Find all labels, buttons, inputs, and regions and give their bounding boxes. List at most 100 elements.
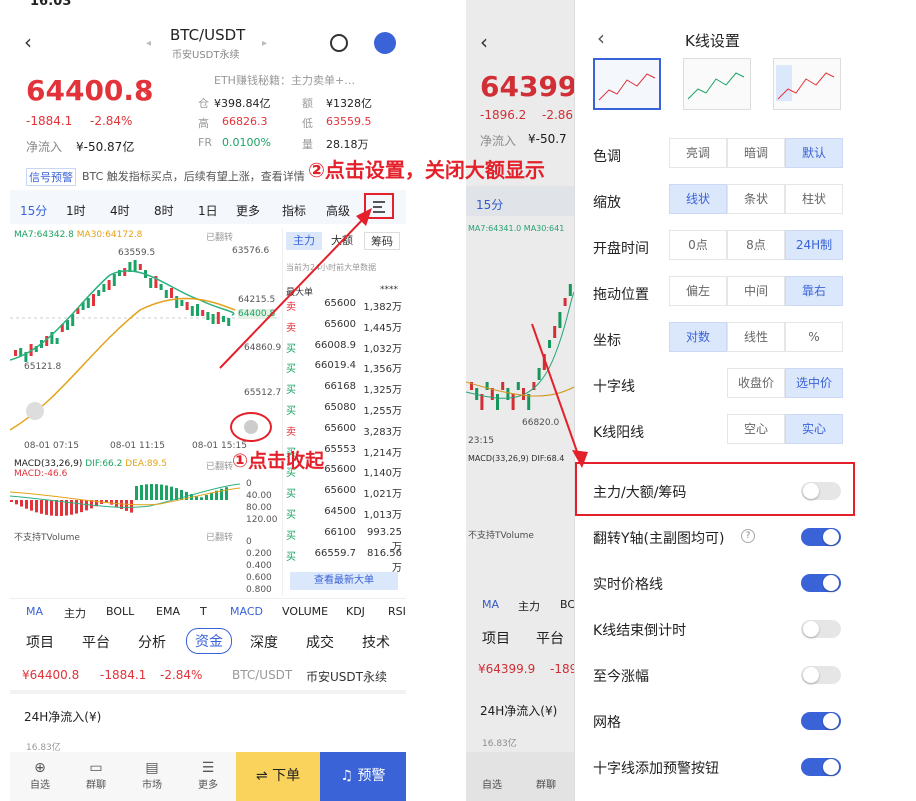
macd-bar	[45, 500, 48, 515]
setting-option[interactable]: 0点	[669, 230, 727, 260]
vol-tick-3: 0.600	[246, 573, 272, 583]
ind-rsi[interactable]: RSI	[388, 605, 406, 618]
ind-ma[interactable]: MA	[26, 605, 43, 618]
indicator-tab-bar: MA 主力 BOLL EMA T MACD VOLUME KDJ RSI	[10, 598, 406, 622]
next-pair-icon[interactable]: ▸	[262, 38, 267, 49]
setting-option[interactable]: 线状	[669, 184, 727, 214]
search-icon[interactable]	[330, 34, 348, 52]
toggle-switch[interactable]	[801, 574, 841, 592]
setting-option[interactable]: 实心	[785, 414, 843, 444]
toggle-switch[interactable]	[801, 620, 841, 638]
signal-tag[interactable]: 信号预警	[26, 168, 76, 186]
order-row[interactable]: 买 66559.7 816.56万	[286, 546, 404, 574]
mini-price: ¥64400.8	[22, 668, 80, 682]
toggle-switch[interactable]	[801, 528, 841, 546]
sec-funds[interactable]: 资金	[186, 628, 232, 654]
order-row[interactable]: 买 65080 1,255万	[286, 400, 404, 419]
setting-option[interactable]: 柱状	[785, 184, 843, 214]
toggle-switch[interactable]	[801, 482, 841, 500]
order-row[interactable]: 买 65600 1,021万	[286, 483, 404, 502]
setting-option[interactable]: 暗调	[727, 138, 785, 168]
drawer-back-icon[interactable]: ‹	[597, 26, 605, 50]
macd-bar	[165, 485, 168, 500]
order-row[interactable]: 买 66100 993.25万	[286, 525, 404, 553]
ind-macd[interactable]: MACD	[230, 605, 263, 618]
toggle-switch[interactable]	[801, 666, 841, 684]
tab-15m[interactable]: 15分	[20, 202, 47, 219]
setting-option[interactable]: 靠右	[785, 276, 843, 306]
order-button[interactable]: ⇌ 下单	[236, 752, 320, 801]
tab-1d[interactable]: 1日	[198, 202, 218, 219]
help-icon[interactable]: ?	[741, 529, 755, 543]
setting-option[interactable]: 对数	[669, 322, 727, 352]
stat-cap: ¥398.84亿	[214, 97, 271, 110]
expand-icon[interactable]	[26, 402, 44, 420]
setting-option[interactable]: %	[785, 322, 843, 352]
alert-button[interactable]: ♫ 预警	[320, 752, 406, 801]
pair-title[interactable]: BTC/USDT	[170, 26, 245, 44]
macd-bar	[20, 500, 23, 507]
toggle-switch[interactable]	[801, 758, 841, 776]
market-nav[interactable]: ▤ 市场	[138, 760, 166, 791]
candle	[175, 296, 179, 308]
ticker-hint[interactable]: ETH赚钱秘籍：主力卖单+…	[214, 72, 394, 88]
candle	[180, 300, 184, 306]
status-time: 16:03	[30, 0, 72, 9]
order-qty: 1,214万	[363, 447, 402, 459]
collapse-button[interactable]	[230, 412, 272, 442]
nav-label-watch: 自选	[30, 780, 50, 791]
tab-8h[interactable]: 8时	[154, 202, 174, 219]
ind-mainforce[interactable]: 主力	[64, 605, 86, 621]
prev-pair-icon[interactable]: ◂	[146, 38, 151, 49]
tab-1h[interactable]: 1时	[66, 202, 86, 219]
candle	[133, 260, 137, 272]
order-qty: 1,013万	[363, 510, 402, 521]
setting-option[interactable]: 默认	[785, 138, 843, 168]
sec-tech[interactable]: 技术	[362, 632, 390, 652]
sec-depth[interactable]: 深度	[250, 632, 278, 652]
theme-thumb-1[interactable]	[593, 58, 661, 110]
back-icon[interactable]: ‹	[24, 30, 32, 54]
macd-bar	[205, 494, 208, 500]
sec-trades[interactable]: 成交	[306, 632, 334, 652]
more-nav[interactable]: ☰ 更多	[194, 760, 222, 791]
stat-cap-label: 仓	[198, 97, 209, 110]
ind-boll[interactable]: BOLL	[106, 605, 134, 618]
order-row[interactable]: 买 64500 1,013万	[286, 504, 404, 523]
sec-analysis[interactable]: 分析	[138, 632, 166, 652]
ind-volume[interactable]: VOLUME	[282, 605, 328, 618]
pair-market: 币安USDT永续	[172, 50, 240, 61]
macd-chart[interactable]	[10, 476, 240, 526]
candle	[164, 290, 168, 298]
order-row[interactable]: 买 66168 1,325万	[286, 379, 404, 398]
watchlist-nav[interactable]: ⊕ 自选	[26, 760, 54, 791]
ind-kdj[interactable]: KDJ	[346, 605, 365, 618]
macd-tick-0: 0	[246, 479, 252, 489]
setting-option[interactable]: 收盘价	[727, 368, 785, 398]
order-row[interactable]: 卖 65600 3,283万	[286, 421, 404, 440]
setting-option[interactable]: 8点	[727, 230, 785, 260]
setting-option[interactable]: 空心	[727, 414, 785, 444]
ind-ema[interactable]: EMA	[156, 605, 180, 618]
setting-option[interactable]: 偏左	[669, 276, 727, 306]
setting-option[interactable]: 亮调	[669, 138, 727, 168]
macd-expired-label: 已翻转	[206, 462, 234, 472]
sec-platform[interactable]: 平台	[82, 632, 110, 652]
setting-option[interactable]: 24H制	[785, 230, 843, 260]
signal-text[interactable]: BTC 触发指标买点，后续有望上涨，查看详情	[82, 168, 332, 184]
setting-option[interactable]: 线性	[727, 322, 785, 352]
theme-thumb-3[interactable]	[773, 58, 841, 110]
chat-nav[interactable]: ▭ 群聊	[82, 760, 110, 791]
avatar[interactable]	[374, 32, 396, 54]
setting-option[interactable]: 选中价	[785, 368, 843, 398]
toggle-label: 翻转Y轴(主副图均可)	[593, 531, 725, 547]
sec-project[interactable]: 项目	[26, 632, 54, 652]
theme-thumb-2[interactable]	[683, 58, 751, 110]
setting-option[interactable]: 中间	[727, 276, 785, 306]
setting-option[interactable]: 条状	[727, 184, 785, 214]
stat-low: 63559.5	[326, 115, 372, 128]
tab-4h[interactable]: 4时	[110, 202, 130, 219]
ind-t[interactable]: T	[200, 605, 207, 618]
toggle-switch[interactable]	[801, 712, 841, 730]
view-latest-orders-button[interactable]: 查看最新大单	[290, 572, 398, 590]
